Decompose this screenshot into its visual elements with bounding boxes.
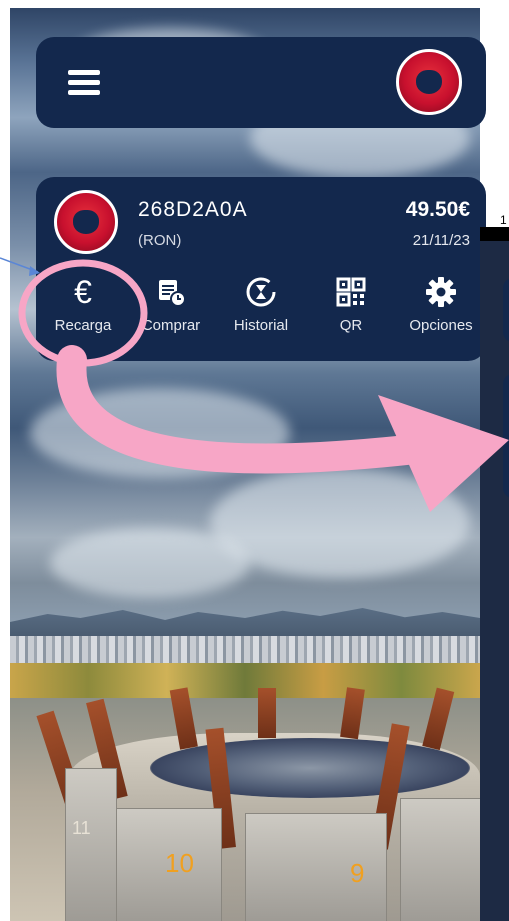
arena-roof (150, 738, 470, 798)
hamburger-menu-icon[interactable] (68, 70, 100, 95)
hourglass-icon (216, 275, 306, 309)
cloud (50, 528, 250, 598)
calendar-clock-icon (126, 275, 216, 309)
euro-icon: € (74, 274, 92, 310)
card-subtitle: (RON) (138, 232, 182, 249)
next-screen-status-text: 1 (500, 213, 507, 227)
next-screen-status-bar (480, 227, 509, 241)
historial-button[interactable]: Historial (216, 275, 306, 334)
recarga-button[interactable]: € Recarga (38, 275, 128, 334)
action-label: Recarga (54, 317, 112, 334)
gear-icon (396, 275, 486, 309)
next-screen-card (503, 278, 509, 342)
balance-date: 21/11/23 (412, 232, 470, 249)
balance-amount: 49.50€ (405, 198, 470, 221)
building-number: 9 (350, 858, 365, 888)
comprar-button[interactable]: Comprar (126, 275, 216, 334)
building-number: 10 (165, 848, 194, 878)
arena-pillar (258, 688, 276, 738)
autumn-trees (10, 663, 480, 703)
cloud (30, 388, 290, 478)
qr-code-icon (306, 275, 396, 309)
arena-block (65, 768, 117, 921)
arena-block (245, 813, 387, 921)
arena-block (400, 798, 480, 921)
action-label: Opciones (409, 317, 473, 334)
app-screen: 10 9 11 (10, 8, 480, 921)
qr-button[interactable]: QR (306, 275, 396, 334)
opciones-button[interactable]: Opciones (396, 275, 486, 334)
action-label: Historial (233, 317, 289, 334)
club-logo[interactable] (396, 49, 462, 115)
building-number: 11 (72, 818, 91, 838)
next-screen-card (503, 374, 509, 498)
action-label: Comprar (141, 317, 201, 334)
wallet-card: 268D2A0A (RON) 49.50€ 21/11/23 € Recarga… (36, 177, 486, 361)
action-label: QR (339, 317, 363, 334)
club-logo (54, 190, 118, 254)
top-bar (36, 37, 486, 128)
card-code: 268D2A0A (138, 198, 248, 221)
